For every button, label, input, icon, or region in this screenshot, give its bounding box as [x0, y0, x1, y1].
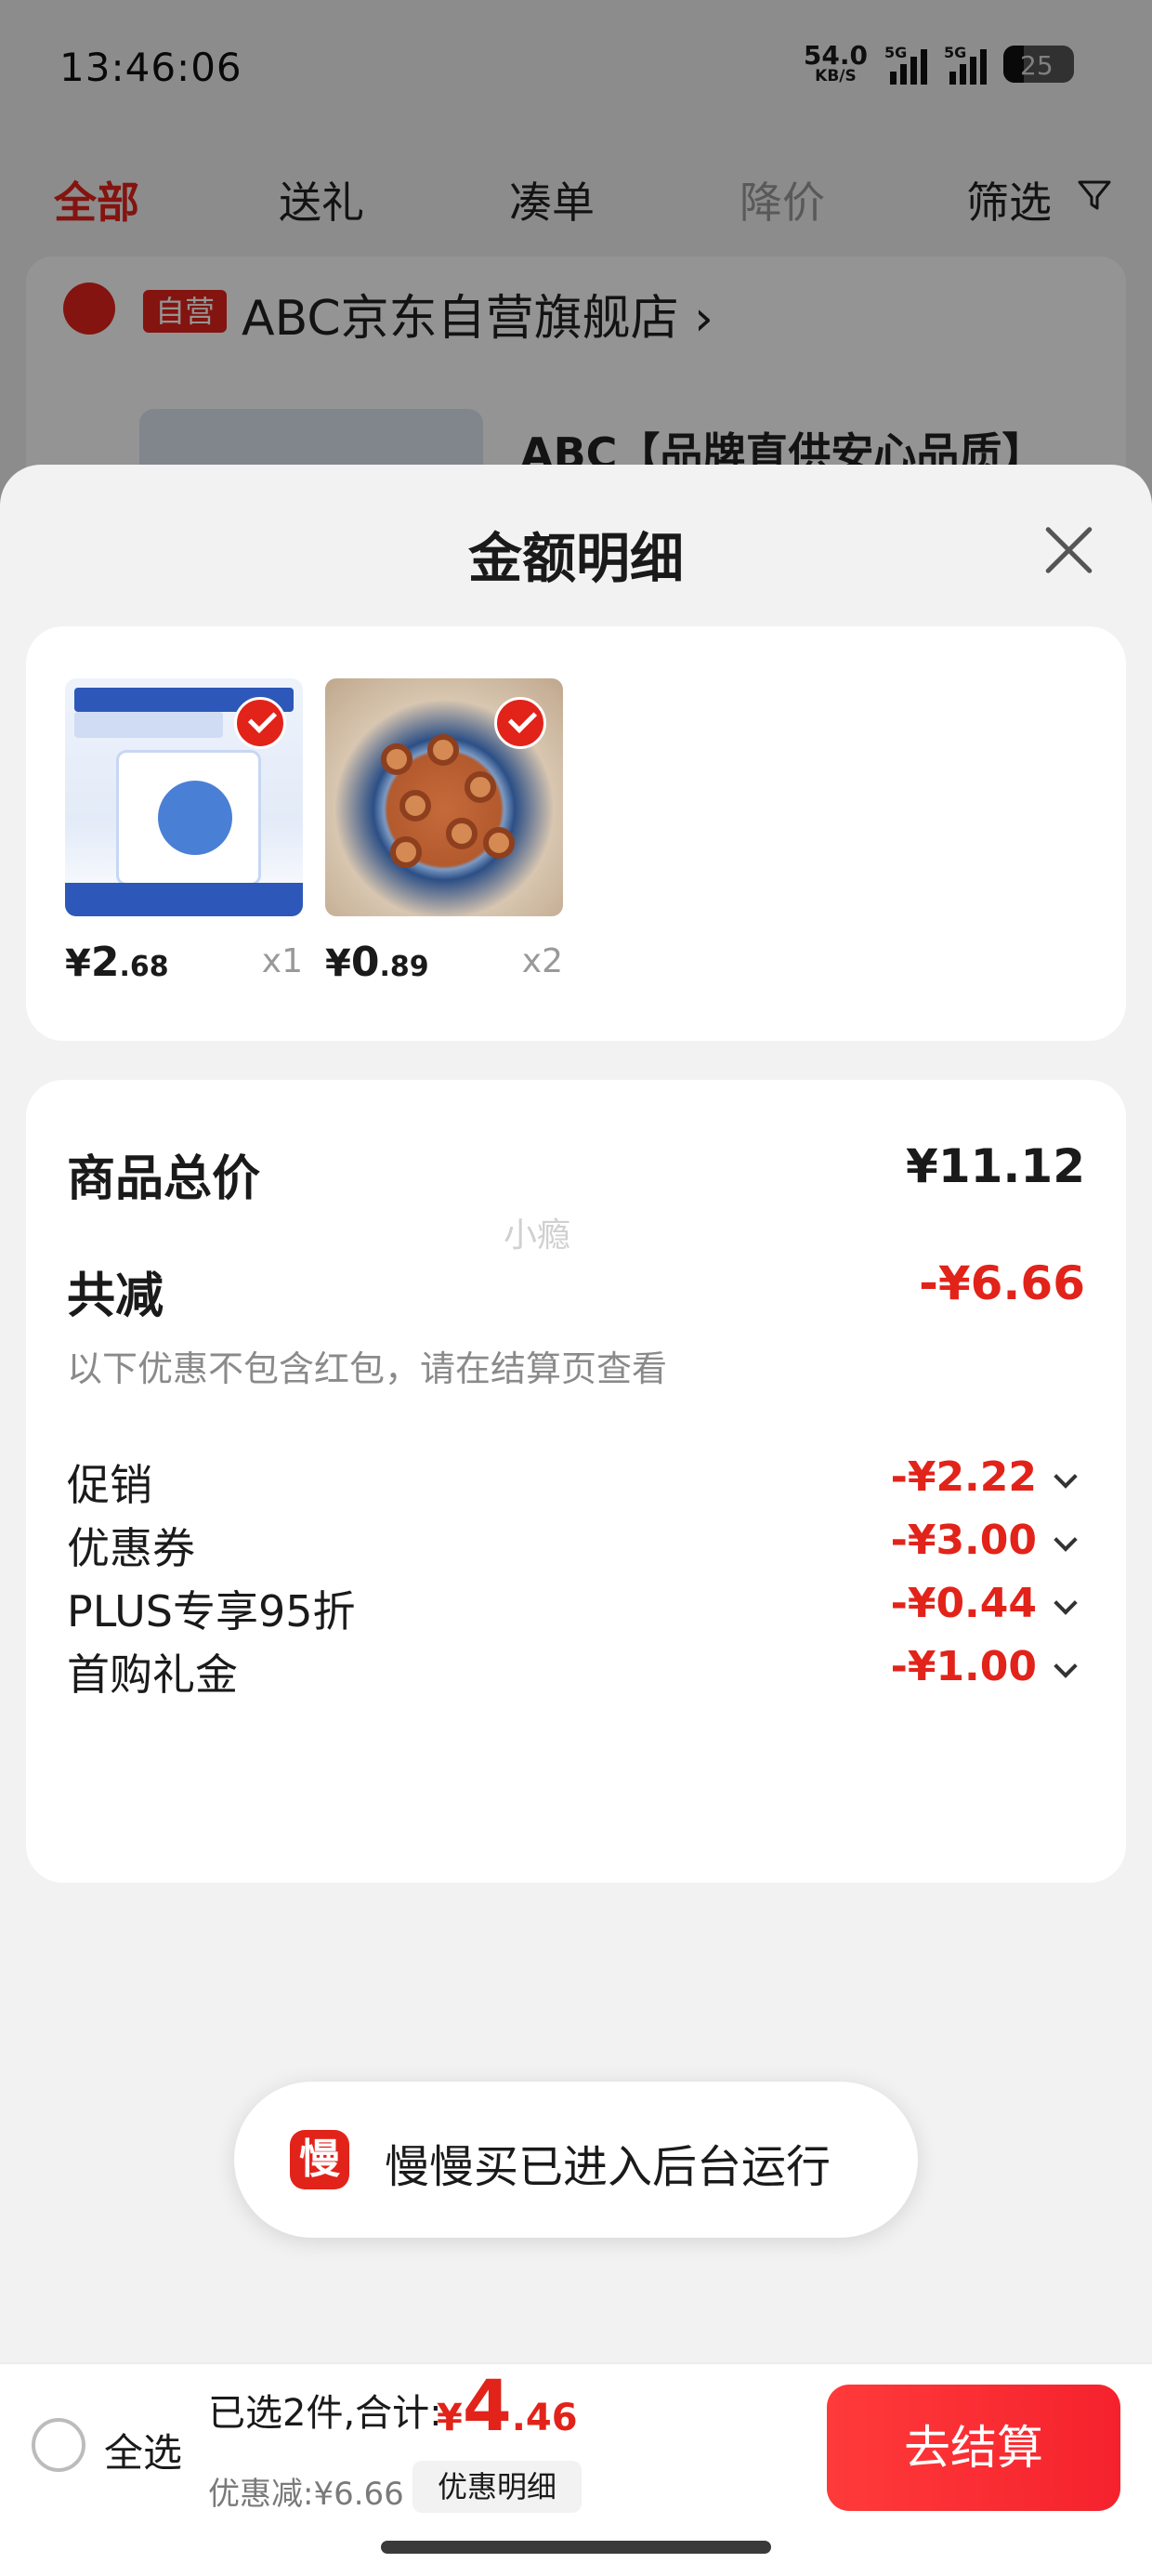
price-breakdown-card: 商品总价 ¥11.12 小瘾 共减 -¥6.66 以下优惠不包含红包，请在结算页…: [26, 1080, 1126, 1883]
selected-summary: 已选2件,合计:: [208, 2392, 442, 2435]
product-image-sanitary-pad: [65, 678, 303, 916]
total-price-label: 商品总价: [67, 1151, 261, 1207]
product-price: ¥2.68: [65, 939, 169, 986]
total-amount: ¥4.46: [437, 2364, 578, 2447]
product-item[interactable]: ¥0.89 x2: [325, 678, 563, 986]
chevron-down-icon[interactable]: [1054, 1465, 1078, 1489]
product-item[interactable]: ¥2.68 x1: [65, 678, 303, 986]
selected-check-icon[interactable]: [234, 697, 286, 749]
selected-check-icon[interactable]: [494, 697, 546, 749]
discount-value-plus[interactable]: -¥0.44: [891, 1580, 1037, 1627]
discount-label-plus: PLUS专享95折: [67, 1586, 356, 1636]
chevron-down-icon[interactable]: [1054, 1654, 1078, 1678]
chevron-down-icon[interactable]: [1054, 1591, 1078, 1615]
app-logo-icon: 慢: [290, 2130, 349, 2189]
watermark-text: 小瘾: [504, 1216, 571, 1255]
discount-note: 以下优惠不包含红包，请在结算页查看: [67, 1348, 668, 1389]
toast-message: 慢慢买已进入后台运行: [385, 2141, 831, 2193]
product-image-jujube: [325, 678, 563, 916]
select-all-label[interactable]: 全选: [104, 2422, 182, 2478]
amount-detail-sheet: 金额明细 ¥2.68 x1 ¥0.89 x2 商品总价 ¥11.12 小瘾 共减…: [0, 465, 1152, 2576]
product-quantity: x2: [521, 942, 563, 980]
background-running-toast: 慢 慢慢买已进入后台运行: [234, 2082, 918, 2238]
discount-value-first-purchase[interactable]: -¥1.00: [891, 1643, 1037, 1690]
discount-label-coupon: 优惠券: [67, 1523, 195, 1573]
total-reduction-label: 共减: [67, 1268, 164, 1324]
discount-label-first-purchase: 首购礼金: [67, 1649, 238, 1700]
product-quantity: x1: [261, 942, 303, 980]
home-indicator[interactable]: [381, 2541, 771, 2554]
selected-products-card: ¥2.68 x1 ¥0.89 x2: [26, 626, 1126, 1041]
total-reduction-value: -¥6.66: [919, 1256, 1085, 1310]
select-all-checkbox[interactable]: [32, 2418, 85, 2472]
total-price-value: ¥11.12: [906, 1139, 1085, 1193]
product-price: ¥0.89: [325, 939, 429, 986]
chevron-down-icon[interactable]: [1054, 1528, 1078, 1552]
discount-detail-button[interactable]: 优惠明细: [412, 2461, 582, 2513]
discount-value-coupon[interactable]: -¥3.00: [891, 1517, 1037, 1564]
close-icon[interactable]: [1039, 519, 1100, 580]
saved-amount: 优惠减:¥6.66: [208, 2476, 404, 2513]
discount-label-promotion: 促销: [67, 1460, 152, 1510]
discount-value-promotion[interactable]: -¥2.22: [891, 1453, 1037, 1501]
sheet-title: 金额明细: [467, 527, 684, 590]
checkout-button[interactable]: 去结算: [827, 2385, 1120, 2511]
